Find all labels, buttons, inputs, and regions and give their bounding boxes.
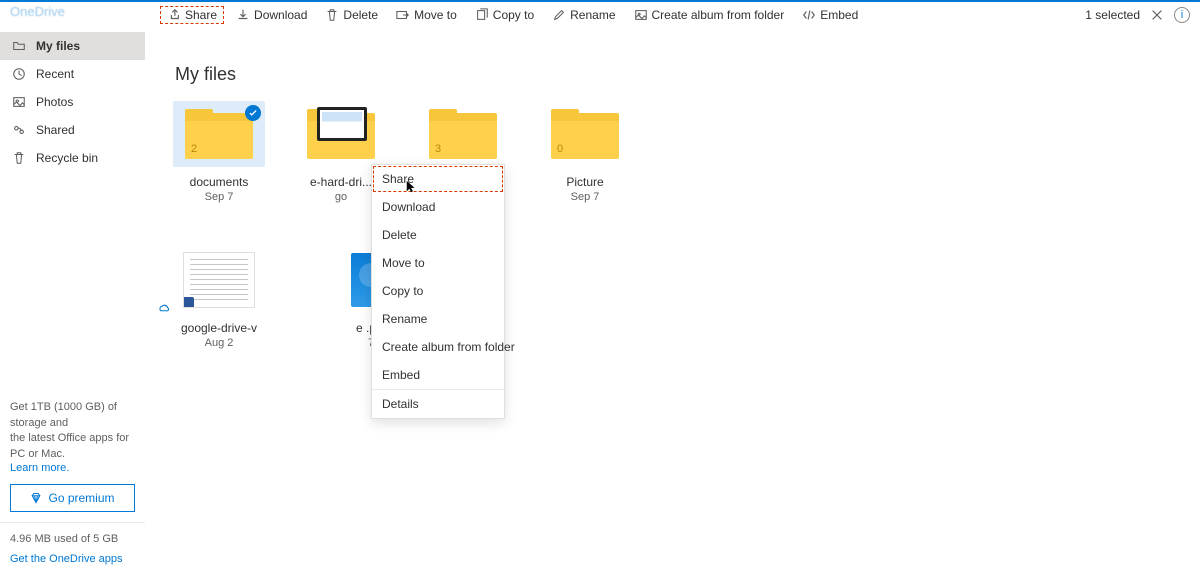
move-to-button[interactable]: Move to (390, 6, 463, 24)
document-icon (183, 252, 255, 308)
sidebar-item-label: Photos (36, 95, 73, 109)
file-tile[interactable]: google-drive-v Aug 2 (173, 247, 265, 349)
folder-tile[interactable]: 2 documents Sep 7 (173, 101, 265, 203)
download-icon (236, 8, 250, 22)
item-count: 0 (557, 143, 563, 155)
file-date: Sep 7 (571, 191, 600, 203)
promo-text-1: Get 1TB (1000 GB) of storage and (10, 400, 135, 431)
copy-to-button[interactable]: Copy to (469, 6, 540, 24)
share-icon (167, 8, 181, 22)
shared-icon (12, 123, 26, 137)
delete-button[interactable]: Delete (319, 6, 384, 24)
download-label: Download (254, 8, 307, 22)
folder-icon (307, 109, 375, 159)
divider (0, 522, 145, 523)
context-rename[interactable]: Rename (372, 305, 504, 333)
context-delete[interactable]: Delete (372, 221, 504, 249)
sidebar-item-label: Recycle bin (36, 151, 98, 165)
sidebar-item-my-files[interactable]: My files (0, 32, 145, 60)
file-date: Sep 7 (205, 191, 234, 203)
sidebar-item-label: Recent (36, 67, 74, 81)
folder-icon: 3 (429, 109, 497, 159)
photos-icon (12, 95, 26, 109)
embed-icon (802, 8, 816, 22)
file-name: Picture (539, 175, 631, 189)
cloud-sync-icon (157, 301, 169, 313)
storage-usage: 4.96 MB used of 5 GB (10, 533, 135, 545)
folder-thumb: 3 (417, 101, 509, 167)
folder-thumb (295, 101, 387, 167)
file-name: google-drive-v (173, 321, 265, 335)
embed-label: Embed (820, 8, 858, 22)
share-label: Share (185, 8, 217, 22)
file-name: documents (173, 175, 265, 189)
clear-selection-button[interactable] (1150, 8, 1164, 22)
selected-check-icon (245, 105, 261, 121)
file-thumb (173, 247, 265, 313)
move-to-label: Move to (414, 8, 457, 22)
embed-button[interactable]: Embed (796, 6, 864, 24)
premium-icon (30, 492, 42, 504)
clock-icon (12, 67, 26, 81)
context-share[interactable]: Share (373, 166, 503, 192)
recycle-icon (12, 151, 26, 165)
create-album-label: Create album from folder (652, 8, 785, 22)
rename-label: Rename (570, 8, 615, 22)
copy-to-label: Copy to (493, 8, 534, 22)
sidebar-item-label: Shared (36, 123, 75, 137)
sidebar-footer: Get 1TB (1000 GB) of storage and the lat… (0, 390, 145, 577)
toolbar-right: 1 selected i (1085, 7, 1190, 23)
toolbar: Share Download Delete Move to Copy to Re… (0, 0, 1200, 28)
item-count: 2 (191, 143, 197, 155)
sidebar-item-recent[interactable]: Recent (0, 60, 145, 88)
album-icon (634, 8, 648, 22)
rename-button[interactable]: Rename (546, 6, 621, 24)
item-count: 3 (435, 143, 441, 155)
context-menu: Share Download Delete Move to Copy to Re… (371, 164, 505, 419)
folder-icon: 0 (551, 109, 619, 159)
sidebar-item-shared[interactable]: Shared (0, 116, 145, 144)
create-album-button[interactable]: Create album from folder (628, 6, 791, 24)
file-date: Aug 2 (205, 337, 234, 349)
file-grid: 2 documents Sep 7 e-hard-dri... go (173, 101, 1180, 349)
context-download[interactable]: Download (372, 193, 504, 221)
page-title: My files (175, 64, 1180, 85)
main: My files Recent Photos Shared Recycle bi… (0, 28, 1200, 577)
sidebar-item-photos[interactable]: Photos (0, 88, 145, 116)
folder-tile[interactable]: 0 Picture Sep 7 (539, 101, 631, 203)
folder-thumb: 2 (173, 101, 265, 167)
selected-count: 1 selected (1085, 8, 1140, 22)
sidebar-item-label: My files (36, 39, 80, 53)
sidebar-item-recycle-bin[interactable]: Recycle bin (0, 144, 145, 172)
learn-more-link[interactable]: Learn more. (10, 462, 69, 474)
context-copy-to[interactable]: Copy to (372, 277, 504, 305)
promo-text-2: the latest Office apps for PC or Mac. (10, 431, 135, 462)
folder-thumb: 0 (539, 101, 631, 167)
folder-preview (317, 107, 367, 141)
go-premium-label: Go premium (48, 491, 114, 505)
content: My files 2 documents Sep 7 (145, 28, 1200, 577)
get-apps-link[interactable]: Get the OneDrive apps (10, 553, 123, 565)
cursor-icon (405, 180, 419, 199)
info-button[interactable]: i (1174, 7, 1190, 23)
folder-icon (12, 39, 26, 53)
sidebar-nav: My files Recent Photos Shared Recycle bi… (0, 28, 145, 172)
context-move-to[interactable]: Move to (372, 249, 504, 277)
share-button[interactable]: Share (160, 6, 224, 24)
toolbar-left: Share Download Delete Move to Copy to Re… (160, 6, 864, 24)
file-date: go (335, 191, 347, 203)
context-embed[interactable]: Embed (372, 361, 504, 389)
context-details[interactable]: Details (372, 390, 504, 418)
move-to-icon (396, 8, 410, 22)
delete-label: Delete (343, 8, 378, 22)
download-button[interactable]: Download (230, 6, 313, 24)
delete-icon (325, 8, 339, 22)
go-premium-button[interactable]: Go premium (10, 484, 135, 512)
folder-icon: 2 (185, 109, 253, 159)
brand-logo: OneDrive (10, 4, 65, 19)
copy-to-icon (475, 8, 489, 22)
sidebar: My files Recent Photos Shared Recycle bi… (0, 28, 145, 577)
rename-icon (552, 8, 566, 22)
context-create-album[interactable]: Create album from folder (372, 333, 504, 361)
